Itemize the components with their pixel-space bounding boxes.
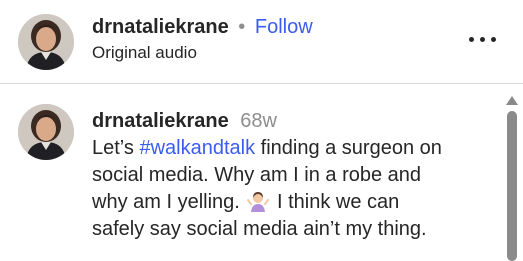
header-title-row: drnataliekrane • Follow (92, 14, 313, 40)
comment-timestamp[interactable]: 68w (240, 110, 277, 132)
avatar-photo-icon (18, 14, 74, 70)
woman-shrugging-icon (247, 190, 270, 212)
comment-header: drnataliekrane 68w (92, 108, 492, 135)
follow-button[interactable]: Follow (255, 16, 313, 38)
separator-dot: • (238, 16, 246, 38)
post-header: drnataliekrane • Follow Original audio (0, 0, 523, 84)
comment-username-link[interactable]: drnataliekrane (92, 110, 229, 132)
comment-text: finding a surgeon on (255, 137, 442, 159)
comment-avatar[interactable] (18, 104, 74, 160)
comment-text-line: why am I yelling. I think we can (92, 189, 492, 216)
profile-avatar[interactable] (18, 14, 74, 70)
comment-body: drnataliekrane 68w Let’s #walkandtalk fi… (92, 108, 492, 243)
header-text: drnataliekrane • Follow Original audio (92, 14, 313, 64)
comment-text: Let’s (92, 137, 140, 159)
comments-section[interactable]: drnataliekrane 68w Let’s #walkandtalk fi… (0, 84, 523, 255)
comment-text-line: social media. Why am I in a robe and (92, 164, 422, 186)
comment-text-line: Let’s #walkandtalk finding a surgeon on (92, 135, 492, 162)
more-options-icon[interactable] (469, 28, 497, 52)
comment-text: I think we can (271, 191, 400, 213)
scroll-up-arrow-icon[interactable] (506, 96, 518, 105)
avatar-photo-icon (18, 104, 74, 160)
audio-label[interactable]: Original audio (92, 42, 313, 64)
scrollbar-thumb[interactable] (507, 111, 517, 261)
comment-text: why am I yelling. (92, 191, 240, 213)
hashtag-link[interactable]: #walkandtalk (139, 137, 255, 159)
comment-text-line: safely say social media ain’t my thing. (92, 218, 427, 240)
header-username-link[interactable]: drnataliekrane (92, 16, 229, 38)
